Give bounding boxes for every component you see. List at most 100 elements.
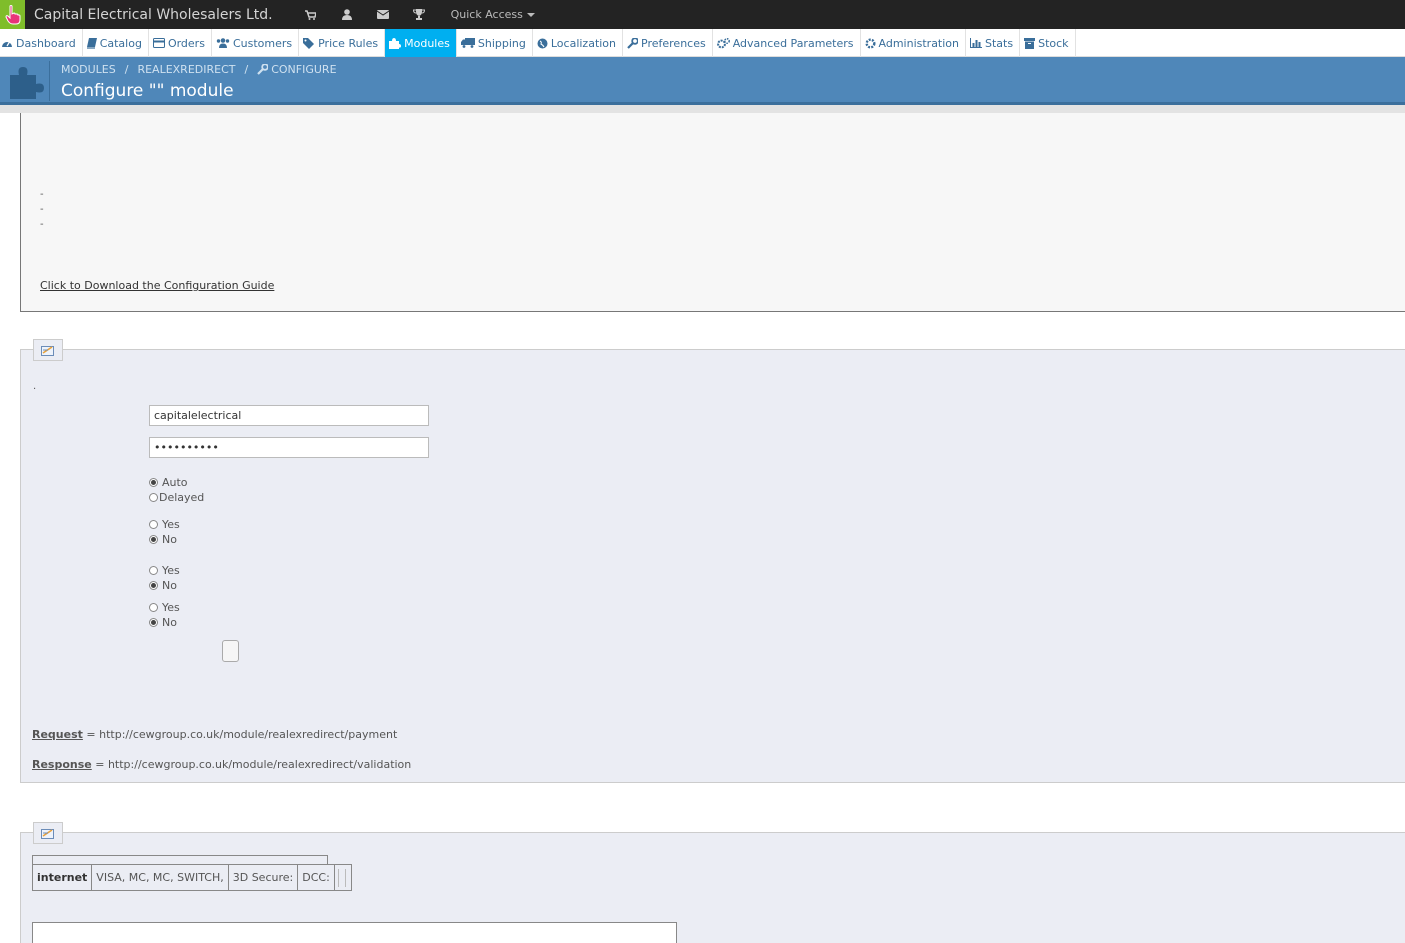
breadcrumb: MODULES / REALEXREDIRECT / CONFIGURE [61, 63, 337, 76]
radio-label: Yes [162, 564, 180, 577]
save-button[interactable] [222, 640, 239, 662]
nav-item-customers[interactable]: Customers [212, 29, 300, 57]
response-url-line: Response = http://cewgroup.co.uk/module/… [32, 758, 411, 771]
prestashop-logo[interactable] [0, 0, 25, 29]
wrench-icon [627, 37, 639, 49]
request-label: Request [32, 728, 83, 741]
dcc-cell: DCC: [298, 865, 335, 890]
users-icon [216, 38, 230, 48]
bar-chart-icon [970, 38, 983, 48]
shop-name[interactable]: Capital Electrical Wholesalers Ltd. [34, 7, 273, 23]
radio-label: No [162, 579, 177, 592]
breadcrumb-separator: / [124, 63, 129, 76]
radio-button[interactable] [149, 478, 158, 487]
radio-button[interactable] [149, 581, 158, 590]
response-url: = http://cewgroup.co.uk/module/realexred… [95, 758, 412, 771]
shared-secret-input[interactable] [149, 437, 429, 458]
option2-yes[interactable]: Yes [149, 564, 180, 577]
user-icon[interactable] [329, 0, 365, 29]
list-item: - [40, 189, 44, 200]
nav-item-catalog[interactable]: Catalog [83, 29, 149, 57]
globe-icon [537, 38, 548, 48]
nav-item-price-rules[interactable]: Price Rules [299, 29, 386, 57]
list-item: - [40, 219, 44, 230]
option1-yes[interactable]: Yes [149, 518, 180, 531]
nav-label: Stats [985, 36, 1014, 50]
settlement-auto-option[interactable]: Auto [149, 476, 188, 489]
quick-access-label: Quick Access [450, 8, 523, 21]
credit-card-icon [152, 38, 165, 48]
nav-item-shipping[interactable]: Shipping [457, 29, 533, 57]
breadcrumb-configure: CONFIGURE [257, 63, 337, 76]
download-guide-link[interactable]: Click to Download the Configuration Guid… [40, 279, 274, 292]
card-types-cell: VISA, MC, MC, SWITCH, [92, 865, 229, 890]
nav-item-orders[interactable]: Orders [149, 29, 212, 57]
radio-button[interactable] [149, 566, 158, 575]
radio-label: No [162, 616, 177, 629]
radio-button[interactable] [149, 618, 158, 627]
breadcrumb-configure-label: CONFIGURE [271, 63, 337, 76]
radio-button[interactable] [149, 520, 158, 529]
list-item: - [40, 204, 44, 215]
radio-button[interactable] [149, 603, 158, 612]
breadcrumb-realexredirect[interactable]: REALEXREDIRECT [137, 63, 235, 76]
radio-label: Yes [162, 518, 180, 531]
radio-label: Auto [162, 476, 188, 489]
dashboard-icon [2, 41, 12, 47]
settings-legend [33, 339, 63, 361]
puzzle-icon [389, 37, 402, 49]
divider [0, 105, 1405, 113]
option2-no[interactable]: No [149, 579, 177, 592]
nav-item-dashboard[interactable]: Dashboard [0, 29, 83, 57]
table-row: internet VISA, MC, MC, SWITCH, 3D Secure… [32, 864, 352, 891]
option3-yes[interactable]: Yes [149, 601, 180, 614]
nav-label: Localization [550, 36, 617, 50]
breadcrumb-modules[interactable]: MODULES [61, 63, 116, 76]
top-header: Capital Electrical Wholesalers Ltd. Quic… [0, 0, 1405, 29]
nav-item-preferences[interactable]: Preferences [623, 29, 713, 57]
archive-icon [1024, 37, 1036, 49]
settings-fieldset: . Auto Delayed Yes No Yes No Yes No Requ… [20, 339, 1405, 783]
nav-item-modules[interactable]: Modules [385, 29, 457, 57]
radio-label: No [162, 533, 177, 546]
book-icon [86, 37, 97, 49]
nav-item-advanced-parameters[interactable]: Advanced Parameters [713, 29, 861, 57]
nav-item-stats[interactable]: Stats [966, 29, 1021, 57]
radio-button[interactable] [149, 535, 158, 544]
nav-item-administration[interactable]: Administration [861, 29, 967, 57]
nav-label: Stock [1038, 36, 1069, 50]
request-url-line: Request = http://cewgroup.co.uk/module/r… [32, 728, 397, 741]
chevron-down-icon [526, 12, 535, 17]
table-header [32, 855, 328, 864]
quick-access-dropdown[interactable]: Quick Access [451, 8, 535, 21]
truck-icon [460, 38, 475, 48]
cogs-icon [716, 37, 730, 48]
page-title: Configure "" module [61, 81, 234, 101]
nav-label: Administration [878, 36, 960, 50]
option1-no[interactable]: No [149, 533, 177, 546]
nav-item-stock[interactable]: Stock [1020, 29, 1076, 57]
main-nav: Dashboard Catalog Orders Customers Price… [0, 29, 1405, 57]
radio-label: Delayed [159, 491, 205, 504]
merchant-id-input[interactable] [149, 405, 429, 426]
cart-icon[interactable] [293, 0, 329, 29]
nav-label: Advanced Parameters [732, 36, 854, 50]
envelope-icon[interactable] [365, 0, 401, 29]
wrench-icon [257, 64, 269, 75]
nav-label: Orders [167, 36, 205, 50]
radio-button[interactable] [149, 493, 158, 502]
nav-label: Preferences [641, 36, 706, 50]
response-label: Response [32, 758, 92, 771]
account-details-box [32, 922, 677, 943]
accounts-fieldset: internet VISA, MC, MC, SWITCH, 3D Secure… [20, 822, 1405, 943]
intro-panel: - - - Click to Download the Configuratio… [20, 113, 1405, 312]
nav-item-localization[interactable]: Localization [533, 29, 624, 57]
radio-label: Yes [162, 601, 180, 614]
account-name-cell: internet [33, 865, 93, 890]
settlement-delayed-option[interactable]: Delayed [149, 491, 204, 504]
edit-icon [41, 828, 54, 839]
option3-no[interactable]: No [149, 616, 177, 629]
3d-secure-cell: 3D Secure: [229, 865, 299, 890]
divider [337, 868, 346, 887]
trophy-icon[interactable] [401, 0, 437, 29]
